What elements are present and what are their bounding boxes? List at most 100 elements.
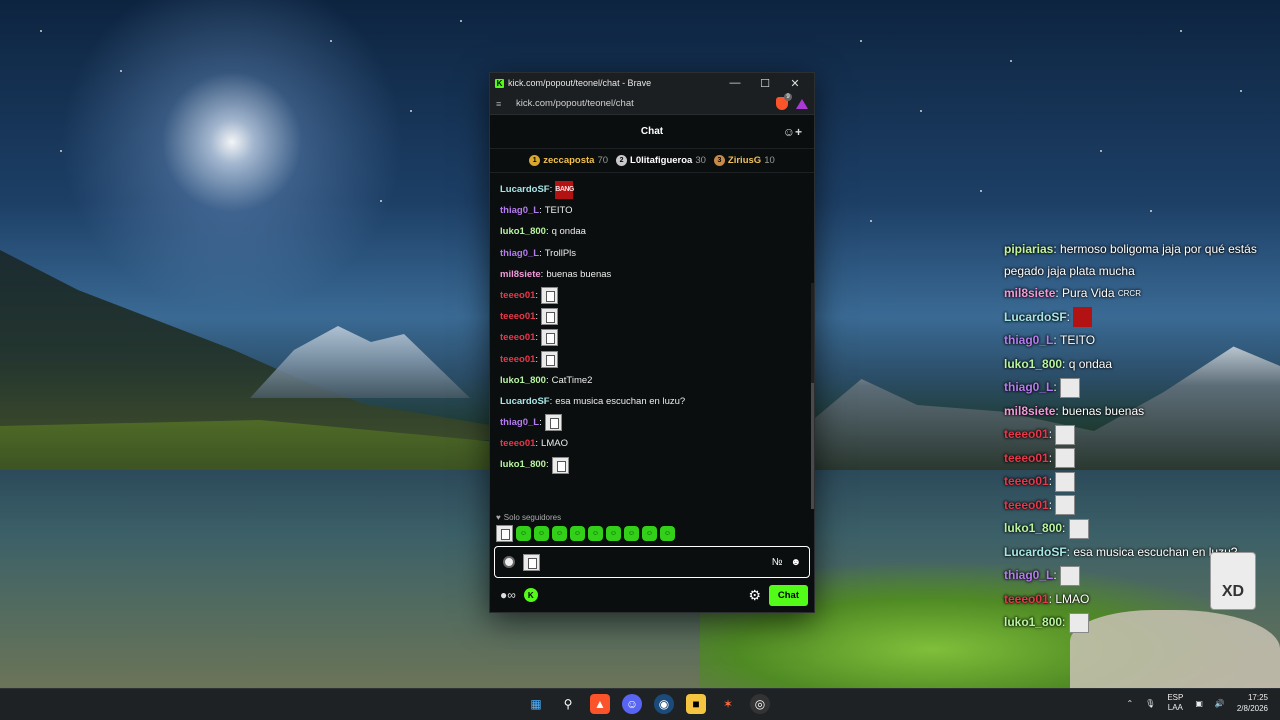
chat-message[interactable]: luko1_800: CatTime2	[500, 370, 804, 391]
minimize-button[interactable]: —	[720, 77, 750, 89]
message-emote	[551, 456, 569, 474]
emote-button[interactable]: ☺	[552, 525, 567, 541]
sun-app-icon[interactable]: ✶	[718, 694, 738, 714]
chat-message[interactable]: LucardoSF: BANG	[500, 179, 804, 200]
message-emote	[541, 287, 559, 305]
leaderboard-entry[interactable]: 3 ZiriusG 10	[713, 155, 775, 166]
message-username[interactable]: thiag0_L	[500, 243, 539, 264]
chat-message[interactable]: teeeo01:	[500, 327, 804, 348]
emoji-picker-icon[interactable]: ☻	[790, 557, 801, 568]
translate-icon[interactable]: №	[772, 557, 783, 568]
site-settings-icon[interactable]: ≡	[496, 99, 510, 109]
message-text: TrollPls	[544, 247, 577, 259]
chat-message[interactable]: luko1_800:	[500, 454, 804, 475]
network-icon[interactable]: ▣	[1195, 699, 1203, 708]
chat-message[interactable]: teeeo01:	[500, 349, 804, 370]
close-button[interactable]: ✕	[780, 77, 810, 90]
message-username[interactable]: teeeo01	[500, 327, 535, 348]
overlay-text: buenas buenas	[1062, 403, 1145, 418]
emote-button[interactable]	[496, 524, 513, 542]
gear-icon[interactable]: ⚙	[748, 587, 761, 604]
chat-bottom-bar: ●∞ K ⚙ Chat	[490, 578, 814, 612]
language-indicator[interactable]: ESP LAA	[1167, 693, 1183, 713]
overlay-username: luko1_800	[1004, 356, 1063, 371]
message-username[interactable]: LucardoSF	[500, 391, 550, 412]
users-icon[interactable]: ☺+	[783, 125, 802, 139]
message-username[interactable]: luko1_800	[500, 454, 546, 475]
clock-time: 17:25	[1247, 693, 1268, 702]
message-username[interactable]: thiag0_L	[500, 412, 539, 433]
chat-message[interactable]: teeeo01: LMAO	[500, 433, 804, 454]
emote-button[interactable]: ☺	[516, 525, 531, 541]
emote-button[interactable]: ☺	[642, 525, 657, 541]
chat-input-box[interactable]: № ☻	[494, 546, 810, 578]
overlay-username: thiag0_L	[1004, 333, 1054, 347]
discord-icon[interactable]: ☺	[622, 694, 642, 714]
leaderboard-entry[interactable]: 1 zeccaposta 70	[529, 155, 608, 166]
overlay-emote	[1055, 495, 1076, 516]
emote-button[interactable]: ☺	[534, 525, 549, 541]
message-username[interactable]: teeeo01	[500, 285, 535, 306]
send-chat-button[interactable]: Chat	[768, 584, 808, 606]
reply-target-icon[interactable]	[503, 556, 515, 568]
chevron-up-icon[interactable]: ⌃	[1126, 699, 1133, 708]
brave-shields-icon[interactable]	[776, 93, 792, 110]
obs-icon[interactable]: ◎	[750, 694, 770, 714]
message-username[interactable]: LucardoSF	[500, 179, 550, 200]
message-username[interactable]: luko1_800	[500, 370, 546, 391]
brave-icon[interactable]: ▲	[590, 694, 610, 714]
search-icon[interactable]: ⚲	[558, 694, 578, 714]
followers-only-notice: ♥ Solo seguidores	[490, 509, 814, 524]
chat-message[interactable]: mil8siete: buenas buenas	[500, 264, 804, 285]
message-username[interactable]: teeeo01	[500, 306, 535, 327]
overlay-username: luko1_800	[1004, 615, 1063, 629]
browser-window[interactable]: K kick.com/popout/teonel/chat - Brave — …	[489, 72, 815, 613]
overlay-emote	[1055, 448, 1076, 469]
steam-icon[interactable]: ◉	[654, 694, 674, 714]
message-username[interactable]: mil8siete	[500, 264, 541, 285]
kick-badge-icon[interactable]: K	[523, 588, 538, 602]
overlay-emote	[1055, 471, 1076, 492]
emote-button[interactable]: ☺	[606, 525, 621, 541]
chat-message[interactable]: thiag0_L: TEITO	[500, 200, 804, 221]
taskbar-apps: ▦ ⚲ ▲ ☺ ◉ ■ ✶ ◎	[526, 694, 770, 714]
windows-start-icon[interactable]: ▦	[526, 694, 546, 714]
overlay-username: thiag0_L	[1004, 568, 1054, 582]
address-bar[interactable]: ≡ kick.com/popout/teonel/chat	[490, 93, 814, 115]
message-username[interactable]: teeeo01	[500, 349, 535, 370]
brave-rewards-icon[interactable]	[796, 98, 808, 109]
overlay-message: teeeo01:	[1004, 447, 1280, 471]
emote-button[interactable]: ☺	[570, 525, 585, 541]
chat-message[interactable]: thiag0_L: TrollPls	[500, 243, 804, 264]
maximize-button[interactable]: ☐	[750, 77, 780, 90]
chat-input[interactable]	[548, 556, 764, 568]
emote-button[interactable]: ☺	[624, 525, 639, 541]
chat-title: Chat	[640, 126, 664, 137]
microphone-icon[interactable]: 🎙	[1145, 699, 1155, 708]
volume-icon[interactable]: 🔊	[1215, 699, 1225, 708]
overlay-username: LucardoSF	[1004, 544, 1067, 559]
message-username[interactable]: teeeo01	[500, 433, 535, 454]
chat-scrollbar-thumb[interactable]	[811, 383, 814, 509]
overlay-text: q ondaa	[1068, 356, 1113, 371]
overlay-text: TEITO	[1060, 333, 1096, 347]
message-username[interactable]: thiag0_L	[500, 200, 539, 221]
chat-message[interactable]: teeeo01:	[500, 285, 804, 306]
emote-button[interactable]: ☺	[660, 525, 675, 541]
leaderboard-entry[interactable]: 2 L0litafigueroa 30	[616, 155, 706, 166]
rank-medal-icon: 3	[713, 155, 725, 166]
overlay-username: mil8siete	[1004, 286, 1056, 300]
chat-message[interactable]: thiag0_L:	[500, 412, 804, 433]
clock[interactable]: 17:25 2/8/2026	[1237, 692, 1268, 714]
window-title: kick.com/popout/teonel/chat - Brave	[508, 78, 652, 88]
url-text[interactable]: kick.com/popout/teonel/chat	[516, 98, 776, 109]
title-bar[interactable]: K kick.com/popout/teonel/chat - Brave — …	[490, 73, 814, 93]
message-emote	[541, 308, 559, 326]
kick-points-icon[interactable]: ●∞	[500, 588, 516, 602]
file-explorer-icon[interactable]: ■	[686, 694, 706, 714]
chat-message[interactable]: LucardoSF: esa musica escuchan en luzu?	[500, 391, 804, 412]
message-username[interactable]: luko1_800	[500, 221, 546, 242]
chat-message[interactable]: luko1_800: q ondaa	[500, 221, 804, 242]
chat-message[interactable]: teeeo01:	[500, 306, 804, 327]
emote-button[interactable]: ☺	[588, 525, 603, 541]
